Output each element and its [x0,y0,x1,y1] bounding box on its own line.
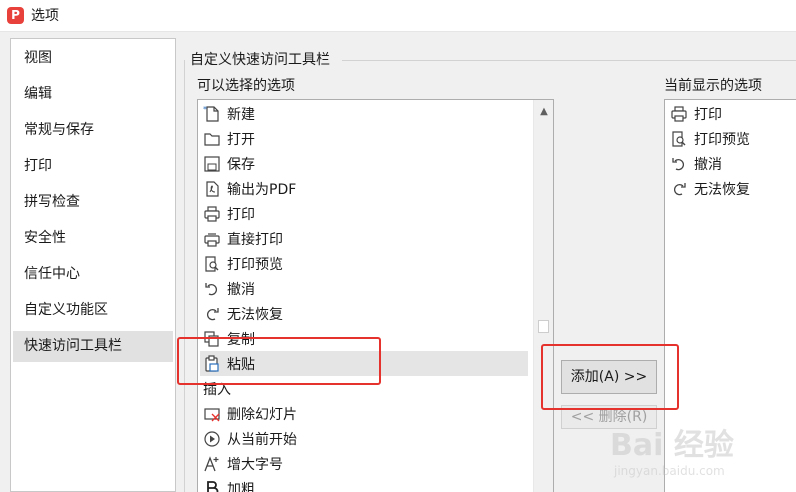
copy-icon [202,329,222,349]
list-item[interactable]: 保存 [200,151,528,176]
list-item[interactable]: 粘贴 [200,351,528,376]
title-bar: P 选项 [0,0,796,32]
delete-slide-icon [202,404,222,424]
list-item-label: 增大字号 [227,456,283,473]
printer-icon [202,204,222,224]
list-item[interactable]: 输出为PDF [200,176,528,201]
list-item-label: 粘贴 [227,356,255,373]
list-item[interactable]: 复制 [200,326,528,351]
list-item-label: 保存 [227,156,255,173]
nav-item-customize-ribbon[interactable]: 自定义功能区 [13,295,173,326]
undo-icon [202,279,222,299]
list-item[interactable]: 打开 [200,126,528,151]
list-item[interactable]: 从当前开始 [200,426,528,451]
list-item-label: 新建 [227,106,255,123]
list-item[interactable]: 增大字号 [200,451,528,476]
list-item[interactable]: 打印预览 [667,126,796,151]
scroll-thumb[interactable] [538,320,549,333]
list-item-label: 无法恢复 [694,181,750,198]
nav-item-general-save[interactable]: 常规与保存 [13,115,173,146]
list-item[interactable]: 撤消 [200,276,528,301]
window-title: 选项 [31,8,59,24]
available-list-label: 可以选择的选项 [197,78,295,94]
print-preview-icon [669,129,689,149]
nav-item-view[interactable]: 视图 [13,43,173,74]
options-nav: 视图 编辑 常规与保存 打印 拼写检查 安全性 信任中心 自定义功能区 快速访问… [10,38,176,492]
list-item-label: 撤消 [227,281,255,298]
svg-text:*: * [203,105,207,114]
scroll-up-arrow-icon[interactable]: ▲ [534,100,553,122]
list-item-label: 加粗 [227,481,255,492]
group-divider [342,60,796,61]
list-item[interactable]: 直接打印 [200,226,528,251]
redo-icon [202,304,222,324]
app-logo-icon: P [7,7,24,24]
watermark-logo-text: Bai 经验 [610,428,734,463]
print-preview-icon [202,254,222,274]
save-icon [202,154,222,174]
increase-font-icon [202,454,222,474]
nav-item-spellcheck[interactable]: 拼写检查 [13,187,173,218]
list-item-label: 插入 [203,381,231,398]
new-file-icon: * [202,104,222,124]
group-border [184,60,185,492]
available-commands-list[interactable]: * 新建 打开 保存 输出为PDF 打印 直接打印 打印预览 撤消 无法恢复 复… [197,99,554,492]
list-item-label: 复制 [227,331,255,348]
list-item-label: 打印 [227,206,255,223]
list-item-label: 删除幻灯片 [227,406,297,423]
play-from-current-icon [202,429,222,449]
list-item[interactable]: * 新建 [200,101,528,126]
group-title: 自定义快速访问工具栏 [190,49,334,69]
list-item-label: 打印 [694,106,722,123]
list-item[interactable]: 撤消 [667,151,796,176]
list-item-label: 打开 [227,131,255,148]
nav-item-edit[interactable]: 编辑 [13,79,173,110]
nav-item-print[interactable]: 打印 [13,151,173,182]
list-item-label: 从当前开始 [227,431,297,448]
baidu-watermark: Bai 经验 jingyan.baidu.com [610,420,790,490]
printer-icon [669,104,689,124]
undo-icon [669,154,689,174]
list-item[interactable]: 打印 [667,101,796,126]
list-item-label: 直接打印 [227,231,283,248]
list-item-label: 撤消 [694,156,722,173]
list-item[interactable]: 无法恢复 [200,301,528,326]
nav-item-security[interactable]: 安全性 [13,223,173,254]
list-item[interactable]: 无法恢复 [667,176,796,201]
list-item[interactable]: 打印预览 [200,251,528,276]
add-button[interactable]: 添加(A) >> [561,360,657,394]
vertical-scrollbar[interactable]: ▲ [533,100,553,492]
current-list-label: 当前显示的选项 [664,78,762,94]
paste-icon [202,354,222,374]
watermark-url: jingyan.baidu.com [614,464,725,478]
export-pdf-icon [202,179,222,199]
redo-icon [669,179,689,199]
bold-icon [202,479,222,492]
nav-item-quick-access-toolbar[interactable]: 快速访问工具栏 [13,331,173,362]
list-item-label: 打印预览 [694,131,750,148]
list-item[interactable]: 删除幻灯片 [200,401,528,426]
folder-open-icon [202,129,222,149]
list-item[interactable]: 加粗 [200,476,528,492]
nav-item-trust-center[interactable]: 信任中心 [13,259,173,290]
list-item-label: 无法恢复 [227,306,283,323]
list-item-label: 打印预览 [227,256,283,273]
direct-print-icon [202,229,222,249]
list-item-category[interactable]: 插入 [200,376,528,401]
list-item[interactable]: 打印 [200,201,528,226]
list-item-label: 输出为PDF [227,181,297,198]
